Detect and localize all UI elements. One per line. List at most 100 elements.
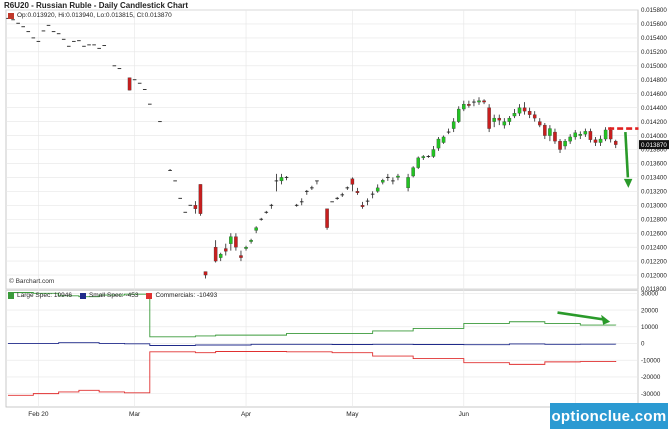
- candle-body: [234, 236, 238, 248]
- last-price-label: 0.013870: [641, 142, 667, 149]
- candle: [441, 135, 446, 144]
- cot-y-tick-label: 0: [641, 341, 645, 348]
- candle-body: [583, 131, 588, 135]
- cot-y-tick-label: -20000: [641, 374, 661, 381]
- candle-body: [244, 246, 248, 249]
- candle: [198, 184, 203, 216]
- candle-body: [558, 140, 562, 150]
- candle-body: [411, 167, 415, 177]
- legend-large-spec: Large Spec: 10946: [8, 292, 72, 299]
- y-tick-label: 0.014600: [641, 91, 667, 98]
- y-tick-label: 0.014400: [641, 105, 667, 112]
- candle-body: [360, 205, 365, 207]
- y-tick-label: 0.013200: [641, 189, 667, 196]
- y-tick-label: 0.012200: [641, 258, 667, 265]
- candle: [325, 208, 329, 230]
- candle-body: [127, 77, 132, 91]
- x-tick-label: May: [346, 411, 359, 418]
- y-tick-label: 0.015200: [641, 49, 667, 56]
- last-price-marker: 0.013870: [639, 140, 669, 150]
- legend-label: Large Spec: 10946: [17, 292, 72, 299]
- x-tick-label: Jun: [459, 411, 470, 418]
- candle-body: [538, 121, 542, 126]
- candle-body: [502, 121, 507, 126]
- candle-body: [598, 138, 603, 143]
- x-tick-label: Mar: [129, 411, 141, 418]
- candle-body: [608, 129, 613, 140]
- y-tick-label: 0.013000: [641, 203, 667, 210]
- candle: [416, 156, 420, 170]
- candle: [127, 77, 132, 91]
- candle-body: [441, 136, 446, 143]
- candle-body: [456, 108, 461, 122]
- candle-body: [593, 139, 598, 143]
- cot-y-tick-label: 20000: [641, 307, 659, 314]
- legend-swatch: [146, 292, 153, 299]
- cot-y-tick-label: -30000: [641, 391, 661, 398]
- legend-small-spec: Small Spec: -453: [79, 292, 138, 299]
- credit-text: © Barchart.com: [9, 278, 55, 285]
- candle: [487, 104, 491, 133]
- candle-body: [467, 104, 471, 106]
- candle-body: [578, 134, 583, 136]
- cot-y-tick-label: -10000: [641, 357, 661, 364]
- y-tick-label: 0.014200: [641, 119, 667, 126]
- candle-body: [477, 100, 481, 103]
- candle-body: [249, 240, 253, 242]
- y-tick-label: 0.014000: [641, 133, 667, 140]
- candle-body: [431, 149, 436, 157]
- ohlc-legend: Op:0.013920, Hi:0.013940, Lo:0.013815, C…: [8, 12, 172, 19]
- candle-body: [462, 104, 466, 110]
- ohlc-swatch: [8, 12, 14, 19]
- cot-y-tick-label: 10000: [641, 324, 659, 331]
- candle-body: [613, 140, 618, 145]
- legend-swatch: [8, 292, 14, 299]
- candle-body: [213, 246, 218, 262]
- cot-panel-frame: [5, 289, 639, 408]
- candle-body: [198, 184, 203, 214]
- candle-body: [573, 132, 577, 138]
- candle-body: [381, 180, 385, 183]
- candle-body: [603, 129, 608, 140]
- candle-body: [517, 107, 522, 114]
- candle-body: [406, 177, 410, 189]
- candle: [411, 166, 415, 178]
- legend-label: Commercials: -10493: [155, 292, 218, 299]
- candle-body: [532, 114, 537, 119]
- candle-body: [563, 140, 567, 147]
- candle-body: [522, 107, 527, 112]
- y-tick-label: 0.012800: [641, 216, 667, 223]
- candle-body: [482, 100, 486, 103]
- candle-body: [350, 178, 355, 185]
- candle-body: [543, 124, 547, 136]
- watermark-logo: optionclue.com: [550, 403, 668, 429]
- candle-body: [218, 253, 223, 258]
- y-tick-label: 0.012600: [641, 230, 667, 237]
- candle-body: [229, 236, 233, 244]
- y-tick-label: 0.013600: [641, 161, 667, 168]
- candle-body: [436, 138, 441, 149]
- y-tick-label: 0.012000: [641, 272, 667, 279]
- candle-body: [375, 187, 380, 192]
- legend-commercials: Commercials: -10493: [146, 292, 217, 299]
- y-tick-label: 0.015800: [641, 7, 667, 14]
- candle-body: [203, 271, 208, 276]
- candle-body: [553, 131, 557, 142]
- candle-body: [527, 110, 532, 115]
- candle-body: [507, 117, 512, 122]
- candle-body: [325, 208, 329, 228]
- candle-body: [512, 113, 517, 117]
- candle-body: [451, 121, 456, 129]
- candle-body: [416, 157, 420, 168]
- legend-swatch: [79, 292, 86, 299]
- candle-body: [568, 136, 572, 142]
- x-tick-label: Feb 20: [28, 411, 49, 418]
- y-tick-label: 0.015000: [641, 63, 667, 70]
- ohlc-readout: Op:0.013920, Hi:0.013940, Lo:0.013815, C…: [17, 12, 172, 19]
- candle-body: [355, 191, 360, 193]
- candle-body: [497, 117, 502, 121]
- chart-title: R6U20 - Russian Ruble - Daily Candlestic…: [4, 1, 189, 10]
- candle-body: [254, 227, 258, 231]
- y-tick-label: 0.014800: [641, 77, 667, 84]
- candle-body: [239, 255, 243, 258]
